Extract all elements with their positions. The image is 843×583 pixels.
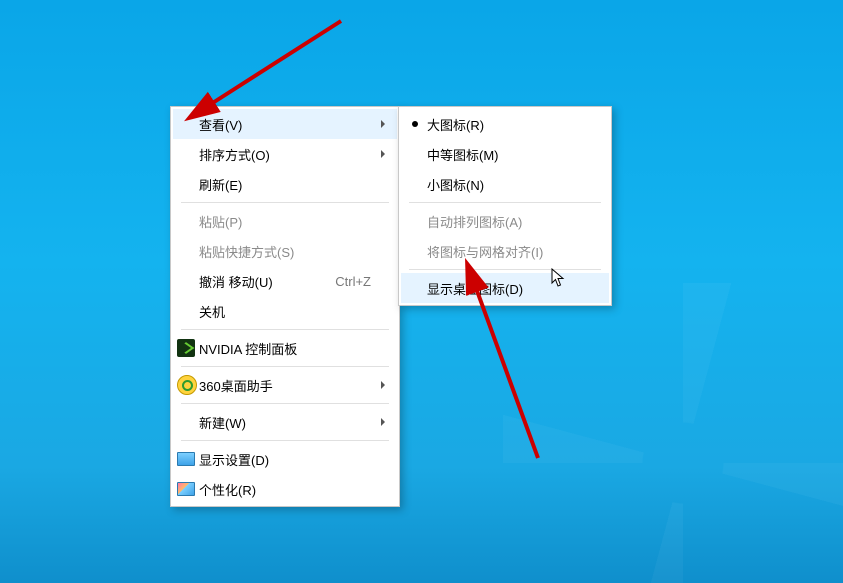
view-submenu-item-0[interactable]: 大图标(R) <box>401 109 609 139</box>
menu-item-label: 粘贴快捷方式(S) <box>199 242 371 261</box>
context-menu-item-9[interactable]: NVIDIA 控制面板 <box>173 333 397 363</box>
menu-item-label: 显示设置(D) <box>199 450 371 469</box>
view-submenu-item-5: 将图标与网格对齐(I) <box>401 236 609 266</box>
menu-item-label: 排序方式(O) <box>199 145 371 164</box>
context-menu-item-5: 粘贴快捷方式(S) <box>173 236 397 266</box>
context-menu-item-7[interactable]: 关机 <box>173 296 397 326</box>
context-menu-separator <box>181 440 389 441</box>
menu-item-label: 个性化(R) <box>199 480 371 499</box>
context-menu-item-15[interactable]: 显示设置(D) <box>173 444 397 474</box>
desktop-context-menu: 查看(V) 排序方式(O) 刷新(E) 粘贴(P) 粘贴快捷方式(S) 撤消 移动(U)C… <box>170 106 400 507</box>
light-streak-decoration <box>503 283 843 583</box>
context-menu-item-2[interactable]: 刷新(E) <box>173 169 397 199</box>
display-settings-icon <box>177 452 195 466</box>
context-menu-separator <box>181 403 389 404</box>
view-submenu-separator <box>409 202 601 203</box>
context-menu-item-0[interactable]: 查看(V) <box>173 109 397 139</box>
context-menu-item-16[interactable]: 个性化(R) <box>173 474 397 504</box>
context-menu-separator <box>181 329 389 330</box>
menu-item-label: 新建(W) <box>199 413 371 432</box>
context-menu-item-11[interactable]: 360桌面助手 <box>173 370 397 400</box>
qihoo-icon <box>177 375 197 395</box>
menu-item-label: 查看(V) <box>199 115 371 134</box>
view-submenu-item-4: 自动排列图标(A) <box>401 206 609 236</box>
menu-item-label: 中等图标(M) <box>427 145 583 164</box>
context-menu-separator <box>181 366 389 367</box>
menu-item-label: 自动排列图标(A) <box>427 212 583 231</box>
context-menu-item-6[interactable]: 撤消 移动(U)Ctrl+Z <box>173 266 397 296</box>
nvidia-icon <box>177 339 195 357</box>
menu-item-label: 显示桌面图标(D) <box>427 279 583 298</box>
context-menu-item-1[interactable]: 排序方式(O) <box>173 139 397 169</box>
context-menu-separator <box>181 202 389 203</box>
menu-item-label: 大图标(R) <box>427 115 583 134</box>
menu-item-label: 将图标与网格对齐(I) <box>427 242 583 261</box>
view-submenu-item-1[interactable]: 中等图标(M) <box>401 139 609 169</box>
context-menu-item-4: 粘贴(P) <box>173 206 397 236</box>
view-submenu-item-7[interactable]: 显示桌面图标(D) <box>401 273 609 303</box>
menu-item-label: 撤消 移动(U) <box>199 272 315 291</box>
view-submenu: 大图标(R) 中等图标(M) 小图标(N) 自动排列图标(A) 将图标与网格对齐(I) 显… <box>398 106 612 306</box>
menu-item-label: 小图标(N) <box>427 175 583 194</box>
menu-item-accelerator: Ctrl+Z <box>315 274 371 289</box>
context-menu-item-13[interactable]: 新建(W) <box>173 407 397 437</box>
view-submenu-item-2[interactable]: 小图标(N) <box>401 169 609 199</box>
menu-item-label: 刷新(E) <box>199 175 371 194</box>
menu-item-label: 粘贴(P) <box>199 212 371 231</box>
menu-item-label: 360桌面助手 <box>199 376 371 395</box>
menu-item-label: NVIDIA 控制面板 <box>199 339 371 358</box>
personalization-icon <box>177 482 195 496</box>
view-submenu-separator <box>409 269 601 270</box>
menu-item-label: 关机 <box>199 302 371 321</box>
